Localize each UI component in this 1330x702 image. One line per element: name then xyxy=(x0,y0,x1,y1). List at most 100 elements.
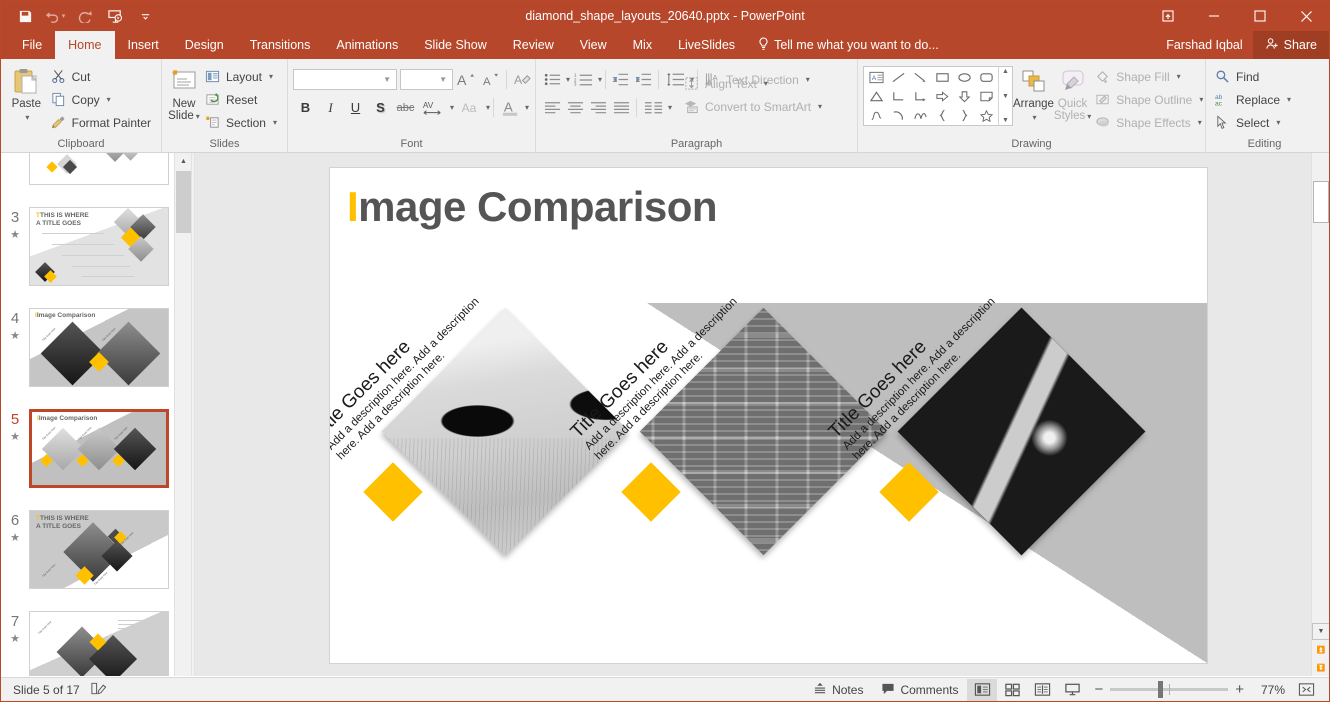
font-color-caret[interactable]: ▾ xyxy=(525,103,529,112)
tab-animations[interactable]: Animations xyxy=(323,31,411,59)
columns-icon[interactable] xyxy=(640,97,666,119)
layout-button[interactable]: Layout ▾ xyxy=(201,65,282,88)
right-arrow-shape-icon[interactable] xyxy=(931,87,953,106)
slide-sorter-icon[interactable] xyxy=(997,679,1027,701)
tab-file[interactable]: File xyxy=(9,31,55,59)
align-text-caret[interactable]: ▾ xyxy=(764,79,768,88)
font-size-combo[interactable]: ▼ xyxy=(400,69,453,90)
triangle-shape-icon[interactable] xyxy=(865,87,887,106)
smartart-caret[interactable]: ▾ xyxy=(818,102,822,111)
copy-dropdown-caret[interactable]: ▾ xyxy=(107,95,111,104)
elbow-arrow-connector-shape-icon[interactable] xyxy=(909,87,931,106)
tab-review[interactable]: Review xyxy=(500,31,567,59)
panel-1-yellow-diamond[interactable] xyxy=(363,462,423,522)
next-slide-icon[interactable]: ⏬ xyxy=(1312,659,1329,676)
tab-view[interactable]: View xyxy=(567,31,620,59)
tell-me-box[interactable]: Tell me what you want to do... xyxy=(748,31,949,59)
select-button[interactable]: Select ▾ xyxy=(1211,111,1296,134)
shape-outline-caret[interactable]: ▾ xyxy=(1199,95,1203,104)
down-arrow-shape-icon[interactable] xyxy=(953,87,975,106)
thumbnail-slide-4[interactable]: 4 ★ IImage Comparison Title Goes here Ti… xyxy=(1,300,177,401)
shape-fill-button[interactable]: Shape Fill ▾ xyxy=(1091,65,1208,88)
zoom-level-label[interactable]: 77% xyxy=(1251,683,1285,697)
thumbnail-slide-3[interactable]: 3 ★ TTHIS IS WHERE A TITLE GOES xyxy=(1,199,177,300)
convert-to-smartart-button[interactable]: Convert to SmartArt ▾ xyxy=(680,95,827,118)
paste-button[interactable]: Paste ▾ xyxy=(6,64,47,124)
layout-caret[interactable]: ▾ xyxy=(269,72,273,81)
justify-icon[interactable] xyxy=(610,97,633,119)
thumbnail-pane-scrollbar[interactable]: ▲ xyxy=(174,153,191,676)
share-button[interactable]: Share xyxy=(1252,31,1329,59)
undo-icon[interactable]: ▾ xyxy=(41,4,69,28)
scribble-shape-icon[interactable] xyxy=(865,106,887,125)
save-icon[interactable] xyxy=(11,4,39,28)
left-brace-shape-icon[interactable] xyxy=(931,106,953,125)
font-name-combo[interactable]: ▼ xyxy=(293,69,397,90)
change-case-caret[interactable]: ▾ xyxy=(486,103,490,112)
tab-liveslides[interactable]: LiveSlides xyxy=(665,31,748,59)
panel-2-yellow-diamond[interactable] xyxy=(621,462,681,522)
comparison-panel-3[interactable]: Title Goes here Add a description here. … xyxy=(825,168,1176,588)
font-name-caret[interactable]: ▼ xyxy=(380,75,394,84)
double-arc-shape-icon[interactable] xyxy=(909,106,931,125)
line-shape-icon[interactable] xyxy=(887,68,909,87)
tab-design[interactable]: Design xyxy=(172,31,237,59)
tab-insert[interactable]: Insert xyxy=(115,31,172,59)
account-name[interactable]: Farshad Iqbal xyxy=(1156,38,1252,52)
textbox-shape-icon[interactable]: A xyxy=(865,68,887,87)
tab-slide-show[interactable]: Slide Show xyxy=(411,31,500,59)
zoom-in-button[interactable]: + xyxy=(1235,681,1244,698)
shape-effects-caret[interactable]: ▾ xyxy=(1198,118,1202,127)
slideshow-icon[interactable] xyxy=(101,4,129,28)
align-right-icon[interactable] xyxy=(587,97,610,119)
shapes-gallery[interactable]: A ▲ ▼ ▼ xyxy=(863,66,1013,126)
right-brace-shape-icon[interactable] xyxy=(953,106,975,125)
zoom-out-button[interactable]: − xyxy=(1094,681,1103,698)
arrange-caret[interactable]: ▾ xyxy=(1032,111,1036,124)
thumbnail-preview[interactable]: TTHIS IS WHERE A TITLE GOES xyxy=(29,207,169,286)
font-color-button[interactable]: A xyxy=(497,96,523,119)
arrow-line-shape-icon[interactable] xyxy=(909,68,931,87)
thumbnail-preview[interactable]: Title Goes here xyxy=(29,611,169,676)
panel-3-yellow-diamond[interactable] xyxy=(879,462,939,522)
change-case-button[interactable]: Aa xyxy=(454,96,484,119)
numbering-caret[interactable]: ▾ xyxy=(598,75,602,84)
shape-fill-caret[interactable]: ▾ xyxy=(1177,72,1181,81)
new-slide-button[interactable]: New Slide ▾ xyxy=(167,64,201,123)
clear-formatting-icon[interactable]: A xyxy=(510,68,535,91)
align-left-icon[interactable] xyxy=(541,97,564,119)
select-caret[interactable]: ▾ xyxy=(1276,118,1280,127)
canvas-scrollbar[interactable]: ▼ ⏫ ⏬ xyxy=(1311,153,1329,676)
font-size-caret[interactable]: ▼ xyxy=(436,75,450,84)
strikethrough-button[interactable]: abc xyxy=(393,96,418,119)
shape-outline-button[interactable]: Shape Outline ▾ xyxy=(1091,88,1208,111)
thumbnail-preview[interactable]: IImage Comparison Title Goes here Title … xyxy=(29,409,169,488)
slide-editing-surface[interactable]: Image Comparison Title Goes here Add a d… xyxy=(330,168,1207,663)
reset-button[interactable]: Reset xyxy=(201,88,282,111)
bullets-icon[interactable] xyxy=(541,69,564,91)
underline-button[interactable]: U xyxy=(343,96,368,119)
increase-indent-icon[interactable] xyxy=(632,69,655,91)
restore-up-icon[interactable] xyxy=(1145,1,1191,31)
zoom-slider[interactable]: − + xyxy=(1087,681,1251,698)
text-shadow-button[interactable]: S xyxy=(368,96,393,119)
section-caret[interactable]: ▾ xyxy=(273,118,277,127)
star-shape-icon[interactable] xyxy=(975,106,997,125)
notes-button[interactable]: Notes xyxy=(804,678,872,702)
minimize-icon[interactable] xyxy=(1191,1,1237,31)
find-button[interactable]: Find xyxy=(1211,65,1296,88)
shrink-font-icon[interactable]: A xyxy=(478,68,503,91)
shapes-gallery-scrollbar[interactable]: ▲ ▼ ▼ xyxy=(998,67,1012,125)
tab-transitions[interactable]: Transitions xyxy=(237,31,324,59)
thumbnail-preview[interactable]: A TITLE GOES xyxy=(29,153,169,185)
normal-view-icon[interactable] xyxy=(967,678,998,701)
zoom-thumb[interactable] xyxy=(1158,681,1164,698)
thumbnail-slide-6[interactable]: 6 ★ TTHIS IS WHERE A TITLE GOES Title Go… xyxy=(1,502,177,603)
shape-effects-button[interactable]: Shape Effects ▾ xyxy=(1091,111,1208,134)
fit-to-window-icon[interactable] xyxy=(1291,679,1321,701)
new-slide-caret[interactable]: ▾ xyxy=(196,112,200,121)
character-spacing-button[interactable]: AV xyxy=(418,96,448,119)
paste-dropdown-caret[interactable]: ▾ xyxy=(25,111,29,124)
align-center-icon[interactable] xyxy=(564,97,587,119)
format-painter-button[interactable]: Format Painter xyxy=(47,111,156,134)
